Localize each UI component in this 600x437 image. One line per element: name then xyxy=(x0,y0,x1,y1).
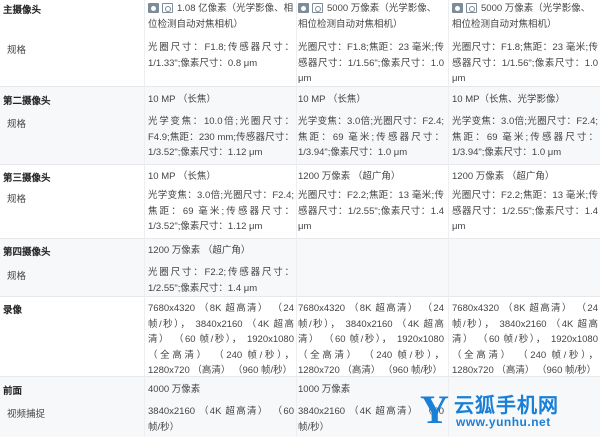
main-spec-value-2: 光圈尺寸：F1.8;焦距：23 毫米;传感器尺寸：1/1.56";像素尺寸：1.… xyxy=(298,42,444,84)
camera-icon xyxy=(452,3,463,13)
column-divider xyxy=(296,0,297,437)
column-divider xyxy=(448,0,449,437)
row-third-camera: 第三摄像头 10 MP （长焦） 1200 万像素 （超广角） 1200 万像素… xyxy=(0,164,600,188)
second-spec-value-3: 光学变焦：3.0倍;光圈尺寸：F2.4;焦距：69 毫米;传感器尺寸：1/3.9… xyxy=(452,116,598,158)
second-spec-value-2: 光学变焦：3.0倍;光圈尺寸：F2.4;焦距：69 毫米;传感器尺寸：1/3.9… xyxy=(298,116,444,158)
row-label: 第二摄像头 xyxy=(3,96,51,107)
spec-comparison-table: 主摄像头 1.08 亿像素（光学影像、相位检测自动对焦相机） 5000 万像素（… xyxy=(0,0,600,437)
main-camera-value-3: 5000 万像素（光学影像、相位检测自动对焦相机） xyxy=(452,3,591,30)
main-spec-value-3: 光圈尺寸：F1.8;焦距：23 毫米;传感器尺寸：1/1.56";像素尺寸：1.… xyxy=(452,42,598,84)
camera-outline-icon xyxy=(466,3,477,13)
column-divider xyxy=(144,0,145,437)
main-camera-value-1: 1.08 亿像素（光学影像、相位检测自动对焦相机） xyxy=(148,3,294,30)
camera-outline-icon xyxy=(312,3,323,13)
camera-icon xyxy=(148,3,159,13)
watermark-logo: Y 云狐手机网 www.yunhu.net xyxy=(420,387,598,435)
third-camera-value-3: 1200 万像素 （超广角） xyxy=(452,171,555,182)
watermark-url: www.yunhu.net xyxy=(456,415,551,429)
row-label: 录像 xyxy=(3,305,23,316)
row-second-spec: 规格 光学变焦：10.0倍;光圈尺寸：F4.9;焦距：230 mm;传感器尺寸：… xyxy=(0,110,600,164)
camera-icons xyxy=(298,3,323,13)
row-video: 录像 7680x4320 （8K 超高清） （24 帧/秒）， 3840x216… xyxy=(0,296,600,376)
second-camera-value-2: 10 MP （长焦） xyxy=(298,94,366,105)
row-third-spec: 规格 光学变焦：3.0倍;光圈尺寸：F2.4;焦距：69 毫米;传感器尺寸：1/… xyxy=(0,188,600,238)
video-value-1: 7680x4320 （8K 超高清） （24 帧/秒）， 3840x2160 （… xyxy=(148,303,294,376)
row-label: 前面 xyxy=(3,386,23,397)
row-fourth-camera: 第四摄像头 1200 万像素 （超广角） xyxy=(0,238,600,262)
camera-outline-icon xyxy=(162,3,173,13)
camera-icons xyxy=(452,3,477,13)
video-value-3: 7680x4320 （8K 超高清） （24 帧/秒）， 3840x2160 （… xyxy=(452,303,598,376)
row-fourth-spec: 规格 光圈尺寸：F2.2;传感器尺寸：1/2.55";像素尺寸：1.4 μm xyxy=(0,262,600,296)
third-spec-value-2: 光圈尺寸：F2.2;焦距：13 毫米;传感器尺寸：1/2.55";像素尺寸：1.… xyxy=(298,190,444,232)
row-main-spec: 规格 光圈尺寸：F1.8;传感器尺寸：1/1.33";像素尺寸：0.8 μm 光… xyxy=(0,36,600,86)
row-label: 规格 xyxy=(7,271,27,282)
row-label: 规格 xyxy=(7,194,27,205)
front-value-1: 4000 万像素 xyxy=(148,384,201,395)
row-main-camera: 主摄像头 1.08 亿像素（光学影像、相位检测自动对焦相机） 5000 万像素（… xyxy=(0,0,600,36)
row-label: 视频捕捉 xyxy=(7,409,46,420)
third-camera-value-2: 1200 万像素 （超广角） xyxy=(298,171,401,182)
third-spec-value-1: 光学变焦：3.0倍;光圈尺寸：F2.4;焦距：69 毫米;传感器尺寸：1/3.5… xyxy=(148,190,294,232)
main-camera-value-2: 5000 万像素（光学影像、相位检测自动对焦相机） xyxy=(298,3,437,30)
row-second-camera: 第二摄像头 10 MP （长焦） 10 MP （长焦） 10 MP（长焦、光学影… xyxy=(0,86,600,110)
second-spec-value-1: 光学变焦：10.0倍;光圈尺寸：F4.9;焦距：230 mm;传感器尺寸：1/3… xyxy=(148,116,294,158)
third-spec-value-3: 光圈尺寸：F2.2;焦距：13 毫米;传感器尺寸：1/2.55";像素尺寸：1.… xyxy=(452,190,598,232)
second-camera-value-1: 10 MP （长焦） xyxy=(148,94,216,105)
watermark-y-letter: Y xyxy=(420,387,449,432)
row-label: 规格 xyxy=(7,119,27,130)
video-value-2: 7680x4320 （8K 超高清） （24 帧/秒）， 3840x2160 （… xyxy=(298,303,444,376)
watermark-site-name: 云狐手机网 xyxy=(454,395,559,417)
row-label: 主摄像头 xyxy=(3,5,42,16)
fourth-spec-value-1: 光圈尺寸：F2.2;传感器尺寸：1/2.55";像素尺寸：1.4 μm xyxy=(148,267,294,294)
second-camera-value-3: 10 MP（长焦、光学影像） xyxy=(452,94,565,105)
row-label: 第三摄像头 xyxy=(3,173,51,184)
fourth-camera-value-1: 1200 万像素 （超广角） xyxy=(148,245,251,256)
main-spec-value-1: 光圈尺寸：F1.8;传感器尺寸：1/1.33";像素尺寸：0.8 μm xyxy=(148,42,294,69)
third-camera-value-1: 10 MP （长焦） xyxy=(148,171,216,182)
camera-icon xyxy=(298,3,309,13)
camera-icons xyxy=(148,3,173,13)
row-label: 规格 xyxy=(7,45,27,56)
front-video-value-1: 3840x2160 （4K 超高清） （60 帧/秒） xyxy=(148,406,294,433)
row-label: 第四摄像头 xyxy=(3,247,51,258)
